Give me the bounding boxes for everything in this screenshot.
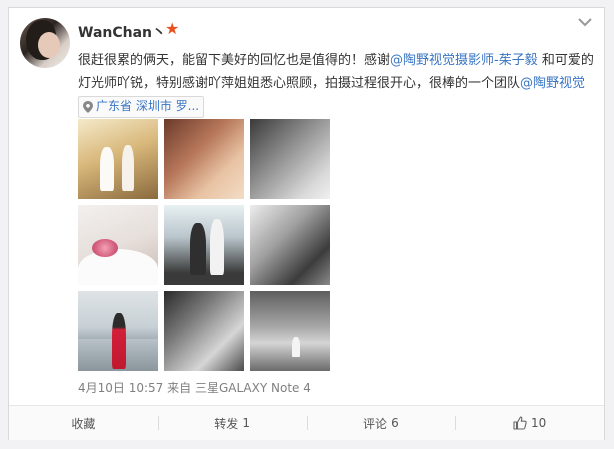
post-source[interactable]: 三星GALAXY Note 4 bbox=[195, 381, 311, 395]
post-timestamp[interactable]: 4月10日 10:57 bbox=[78, 381, 163, 395]
figure-shape bbox=[292, 337, 300, 357]
figure-shape bbox=[112, 313, 126, 369]
star-icon: ★ bbox=[165, 19, 180, 38]
favorite-label: 收藏 bbox=[71, 416, 96, 431]
dress-shape bbox=[78, 249, 158, 285]
photo-thumbnail[interactable] bbox=[164, 291, 244, 371]
location-label: 广东省 深圳市 罗... bbox=[96, 99, 200, 113]
photo-grid bbox=[78, 119, 330, 371]
thumbs-up-icon bbox=[513, 416, 527, 430]
mention-link[interactable]: @陶野视觉摄影师-茱子毅 bbox=[390, 53, 538, 68]
like-button[interactable]: 10 bbox=[455, 406, 604, 440]
photo-thumbnail[interactable] bbox=[250, 291, 330, 371]
photo-thumbnail[interactable] bbox=[250, 205, 330, 285]
photo-thumbnail[interactable] bbox=[78, 119, 158, 199]
post-text-part1: 很赶很累的俩天，能留下美好的回忆也是值得的！感谢 bbox=[78, 53, 391, 68]
comment-label: 评论 bbox=[363, 416, 388, 431]
bouquet-shape bbox=[92, 239, 118, 257]
avatar-face bbox=[38, 32, 60, 58]
photo-thumbnail[interactable] bbox=[78, 205, 158, 285]
mention-link[interactable]: @陶野视觉 bbox=[520, 76, 585, 91]
username-link[interactable]: WanChan丶 bbox=[78, 22, 166, 42]
action-bar: 收藏 转发 1 评论 6 10 bbox=[9, 405, 604, 440]
source-prefix: 来自 bbox=[163, 381, 195, 395]
comment-button[interactable]: 评论 6 bbox=[306, 406, 456, 440]
figure-shape bbox=[190, 223, 206, 275]
repost-label: 转发 bbox=[214, 416, 239, 431]
chevron-down-icon[interactable] bbox=[575, 14, 595, 30]
weibo-post-card: WanChan丶 ★ 很赶很累的俩天，能留下美好的回忆也是值得的！感谢@陶野视觉… bbox=[8, 7, 605, 440]
location-pin-icon bbox=[83, 100, 93, 113]
repost-count: 1 bbox=[242, 416, 250, 430]
post-text: 很赶很累的俩天，能留下美好的回忆也是值得的！感谢@陶野视觉摄影师-茱子毅 和可爱… bbox=[78, 49, 594, 118]
figure-shape bbox=[122, 145, 134, 191]
repost-button[interactable]: 转发 1 bbox=[157, 406, 307, 440]
photo-thumbnail[interactable] bbox=[250, 119, 330, 199]
post-meta: 4月10日 10:57 来自 三星GALAXY Note 4 bbox=[78, 379, 311, 396]
favorite-button[interactable]: 收藏 bbox=[9, 406, 158, 440]
figure-shape bbox=[100, 147, 114, 191]
like-count: 10 bbox=[530, 416, 547, 430]
comment-count: 6 bbox=[391, 416, 399, 430]
photo-thumbnail[interactable] bbox=[164, 205, 244, 285]
avatar[interactable] bbox=[20, 18, 70, 68]
photo-thumbnail[interactable] bbox=[78, 291, 158, 371]
location-tag[interactable]: 广东省 深圳市 罗... bbox=[78, 95, 205, 118]
figure-shape bbox=[210, 219, 224, 275]
photo-thumbnail[interactable] bbox=[164, 119, 244, 199]
